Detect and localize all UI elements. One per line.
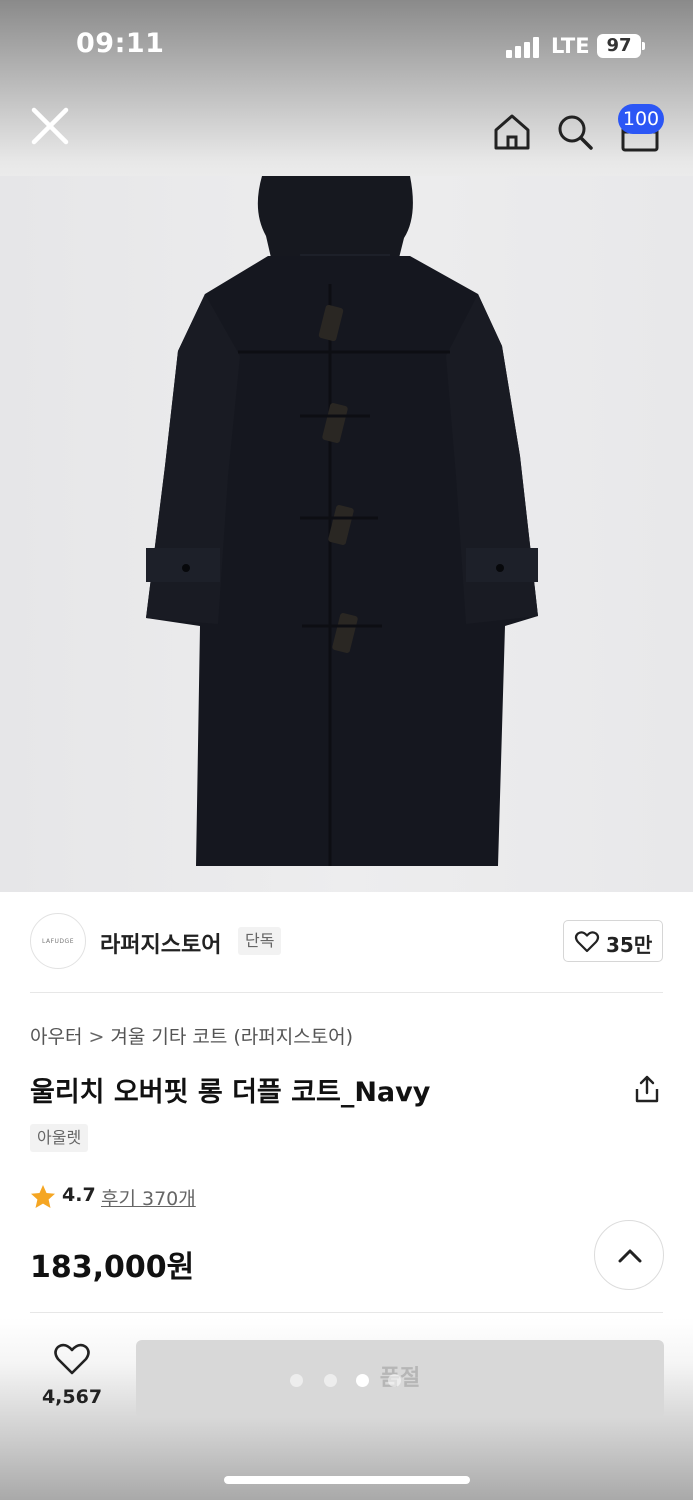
- top-nav-bar: [0, 90, 693, 170]
- battery-icon: 97: [597, 34, 641, 58]
- pager-dot[interactable]: [388, 1374, 401, 1387]
- rating-value: 4.7: [62, 1184, 96, 1206]
- chevron-right-icon: >: [88, 1026, 105, 1048]
- heart-outline-icon: [574, 931, 600, 953]
- chevron-up-icon: [618, 1249, 642, 1263]
- store-logo[interactable]: LAFUDGE: [30, 913, 86, 969]
- close-icon[interactable]: [28, 104, 72, 148]
- status-bar: 09:11 LTE 97: [0, 0, 693, 90]
- cart-count-badge: 100: [618, 104, 664, 134]
- star-icon: [31, 1185, 55, 1208]
- wishlist-count: 4,567: [41, 1386, 103, 1408]
- store-name[interactable]: 라퍼지스토어: [100, 927, 221, 959]
- like-store-button[interactable]: 35만: [563, 920, 663, 962]
- search-icon[interactable]: [555, 110, 595, 154]
- breadcrumb-subcategory[interactable]: 겨울 기타 코트 (라퍼지스토어): [110, 1026, 353, 1048]
- product-price: 183,000원: [30, 1250, 195, 1285]
- signal-icon: [506, 36, 544, 58]
- network-type: LTE: [551, 34, 590, 58]
- breadcrumb: 아우터 > 겨울 기타 코트 (라퍼지스토어): [30, 1022, 353, 1049]
- image-pager-dots[interactable]: [290, 1374, 410, 1388]
- breadcrumb-category[interactable]: 아우터: [30, 1026, 82, 1048]
- pager-dot-active[interactable]: [356, 1374, 369, 1387]
- outlet-badge: 아울렛: [30, 1124, 89, 1152]
- store-info-row[interactable]: LAFUDGE 라퍼지스토어 단독 35만: [0, 892, 693, 992]
- divider: [30, 1312, 663, 1313]
- wishlist-button[interactable]: 4,567: [34, 1342, 110, 1418]
- product-image-gallery[interactable]: [0, 176, 693, 892]
- home-icon[interactable]: [490, 110, 534, 154]
- home-indicator[interactable]: [224, 1476, 470, 1484]
- exclusive-badge: 단독: [238, 927, 282, 955]
- product-title: 울리치 오버핏 롱 더플 코트_Navy: [30, 1077, 431, 1108]
- share-icon[interactable]: [631, 1073, 663, 1105]
- battery-tip: [642, 42, 645, 50]
- heart-outline-icon: [54, 1343, 90, 1375]
- status-time: 09:11: [76, 28, 165, 59]
- reviews-link[interactable]: 후기 370개: [101, 1184, 196, 1211]
- duffle-coat-image: [146, 176, 538, 866]
- pager-dot[interactable]: [324, 1374, 337, 1387]
- pager-dot[interactable]: [290, 1374, 303, 1387]
- store-like-count: 35만: [606, 933, 653, 957]
- scroll-top-button[interactable]: [594, 1220, 664, 1290]
- divider: [30, 992, 663, 993]
